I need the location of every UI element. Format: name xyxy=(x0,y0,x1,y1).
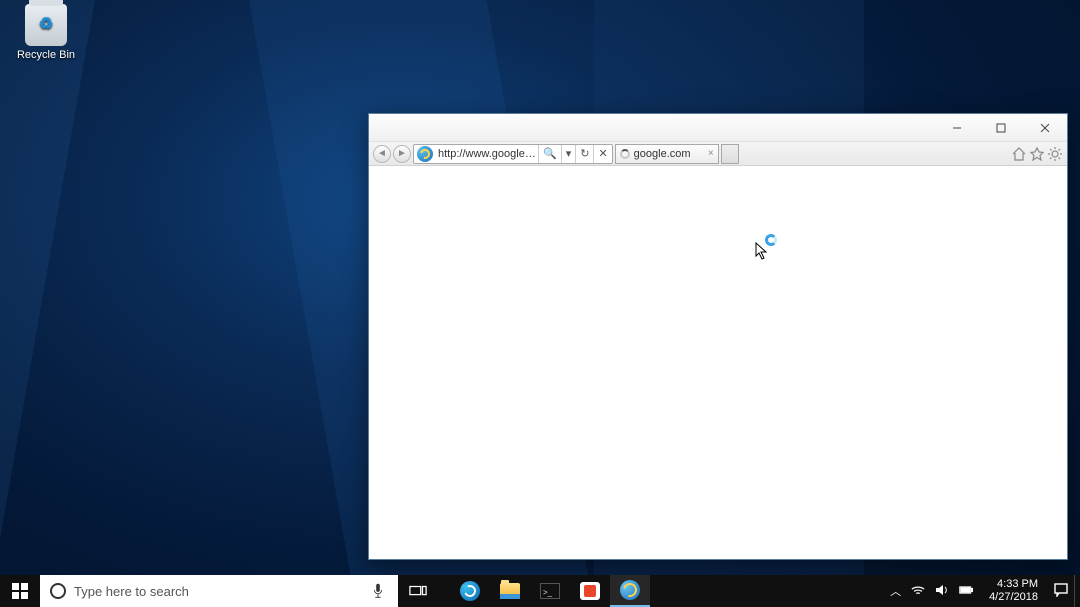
show-desktop-button[interactable] xyxy=(1074,575,1080,607)
start-button[interactable] xyxy=(0,575,40,607)
search-placeholder: Type here to search xyxy=(74,584,189,599)
battery-icon[interactable] xyxy=(959,583,973,600)
stop-button[interactable]: ✕ xyxy=(593,145,611,163)
taskbar-clock[interactable]: 4:33 PM 4/27/2018 xyxy=(983,576,1044,606)
minimize-button[interactable] xyxy=(935,114,979,142)
ie-logo-icon xyxy=(417,146,433,162)
address-dropdown[interactable]: ▾ xyxy=(561,145,576,163)
tray-overflow-button[interactable]: ︿ xyxy=(890,583,901,599)
back-button[interactable]: ◄ xyxy=(373,145,391,163)
cursor-icon xyxy=(755,242,769,265)
browser-tab[interactable]: google.com × xyxy=(615,144,719,164)
recycle-bin-icon[interactable]: ♻ Recycle Bin xyxy=(10,4,82,61)
tools-icon[interactable] xyxy=(1047,146,1063,162)
taskbar-ie[interactable] xyxy=(610,575,650,607)
tab-close-button[interactable]: × xyxy=(708,148,714,159)
edge-icon xyxy=(460,581,480,601)
network-icon[interactable] xyxy=(911,583,925,600)
address-bar[interactable]: http://www.google.... 🔍 ▾ ↻ ✕ xyxy=(413,144,613,164)
terminal-icon xyxy=(540,583,560,599)
taskbar-file-explorer[interactable] xyxy=(490,575,530,607)
refresh-button[interactable]: ↻ xyxy=(575,145,593,163)
browser-content[interactable] xyxy=(369,166,1067,559)
recorder-icon xyxy=(580,582,600,600)
ie-window[interactable]: ◄ ► http://www.google.... 🔍 ▾ ↻ ✕ google… xyxy=(368,113,1068,560)
task-view-button[interactable] xyxy=(398,575,438,607)
desktop[interactable]: ♻ Recycle Bin ◄ ► http://www.google.... … xyxy=(0,0,1080,607)
action-center-button[interactable] xyxy=(1054,583,1068,600)
cortana-mic-button[interactable] xyxy=(358,575,398,607)
cortana-icon xyxy=(50,583,66,599)
taskbar-search[interactable]: Type here to search xyxy=(40,575,358,607)
home-icon[interactable] xyxy=(1011,146,1027,162)
url-text[interactable]: http://www.google.... xyxy=(436,148,538,160)
new-tab-button[interactable] xyxy=(721,144,739,164)
maximize-button[interactable] xyxy=(979,114,1023,142)
system-tray: ︿ 4:33 PM 4/27/2018 xyxy=(884,575,1074,607)
ie-toolbar: ◄ ► http://www.google.... 🔍 ▾ ↻ ✕ google… xyxy=(369,142,1067,166)
clock-time: 4:33 PM xyxy=(989,578,1038,591)
search-button[interactable]: 🔍 xyxy=(538,145,561,163)
ie-icon xyxy=(620,580,640,600)
ie-titlebar[interactable] xyxy=(369,114,1067,142)
clock-date: 4/27/2018 xyxy=(989,591,1038,604)
trash-icon: ♻ xyxy=(25,4,67,46)
forward-button[interactable]: ► xyxy=(393,145,411,163)
taskbar-cmd[interactable] xyxy=(530,575,570,607)
taskbar-edge[interactable] xyxy=(450,575,490,607)
taskbar-camtasia[interactable] xyxy=(570,575,610,607)
loading-spinner-icon xyxy=(620,149,630,159)
recycle-bin-label: Recycle Bin xyxy=(10,49,82,61)
folder-icon xyxy=(500,583,520,599)
favorites-icon[interactable] xyxy=(1029,146,1045,162)
taskbar: Type here to search ︿ 4:33 PM xyxy=(0,575,1080,607)
tab-title: google.com xyxy=(634,148,704,160)
volume-icon[interactable] xyxy=(935,583,949,600)
close-button[interactable] xyxy=(1023,114,1067,142)
